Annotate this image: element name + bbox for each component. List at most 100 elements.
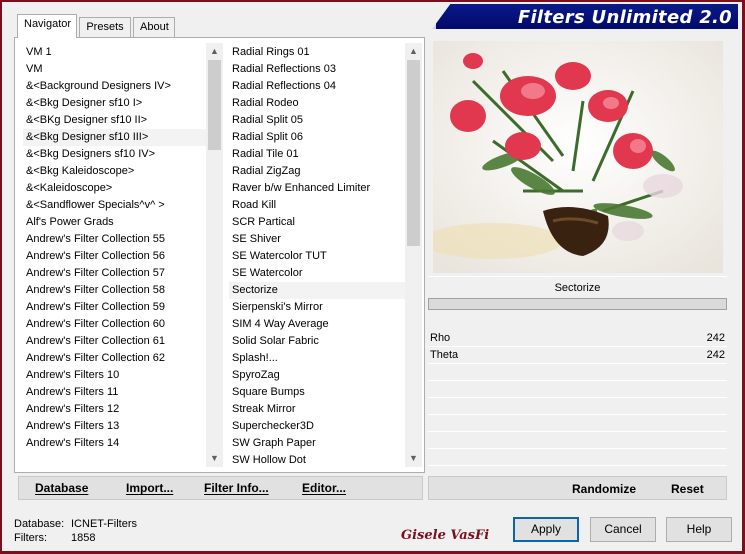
filter-list-item[interactable]: Radial ZigZag xyxy=(229,163,408,180)
scroll-thumb[interactable] xyxy=(208,60,221,150)
category-list-item[interactable]: &<Bkg Designer sf10 III> xyxy=(23,129,209,146)
param-row-empty xyxy=(428,415,727,432)
category-list-item[interactable]: Andrew's Filter Collection 62 xyxy=(23,350,209,367)
category-list-item[interactable]: Andrew's Filters 12 xyxy=(23,401,209,418)
filter-list-item[interactable]: SE Shiver xyxy=(229,231,408,248)
category-list-items: VM 1 VM &<Background Designers IV> &<Bkg D… xyxy=(23,44,209,467)
scroll-up-icon[interactable]: ▲ xyxy=(405,43,422,60)
filter-list-item[interactable]: Streak Mirror xyxy=(229,401,408,418)
filter-list-item[interactable]: SE Watercolor TUT xyxy=(229,248,408,265)
filter-progress-bar xyxy=(428,298,727,310)
filter-list-item[interactable]: Solid Solar Fabric xyxy=(229,333,408,350)
tab-navigator[interactable]: Navigator xyxy=(17,14,77,38)
filter-list-item[interactable]: SCR Partical xyxy=(229,214,408,231)
scroll-down-icon[interactable]: ▼ xyxy=(405,450,422,467)
filter-list-item[interactable]: Superchecker3D xyxy=(229,418,408,435)
category-list-item[interactable]: VM xyxy=(23,61,209,78)
help-button[interactable]: Help xyxy=(666,517,732,542)
filter-info-button[interactable]: Filter Info... xyxy=(204,481,269,495)
preview-filter-name: Sectorize xyxy=(554,282,601,294)
scroll-up-icon[interactable]: ▲ xyxy=(206,43,223,60)
category-list-item[interactable]: Alf's Power Grads xyxy=(23,214,209,231)
database-button[interactable]: Database xyxy=(35,481,88,495)
filter-list-item[interactable]: Radial Reflections 04 xyxy=(229,78,408,95)
category-list-item[interactable]: Andrew's Filter Collection 56 xyxy=(23,248,209,265)
param-row-theta[interactable]: Theta 242 xyxy=(428,347,727,364)
category-list-item[interactable]: Andrew's Filter Collection 58 xyxy=(23,282,209,299)
category-list-item[interactable]: &<Bkg Kaleidoscope> xyxy=(23,163,209,180)
database-value: ICNET-Filters xyxy=(71,518,137,530)
filter-list-item[interactable]: SE Watercolor xyxy=(229,265,408,282)
filters-count: 1858 xyxy=(71,532,96,544)
param-row-empty xyxy=(428,449,727,466)
scroll-down-icon[interactable]: ▼ xyxy=(206,450,223,467)
param-row-empty xyxy=(428,364,727,381)
category-list-item[interactable]: Andrew's Filter Collection 59 xyxy=(23,299,209,316)
param-row-empty xyxy=(428,398,727,415)
tab-about[interactable]: About xyxy=(133,17,175,37)
category-list-item[interactable]: Andrew's Filter Collection 61 xyxy=(23,333,209,350)
category-list-item[interactable]: Andrew's Filters 10 xyxy=(23,367,209,384)
filter-scrollbar[interactable]: ▲ ▼ xyxy=(405,43,422,467)
param-row-rho[interactable]: Rho 242 xyxy=(428,330,727,347)
filter-list-items: Radial Rings 01 Radial Reflections 03 Radi… xyxy=(229,44,408,467)
category-list-item[interactable]: Andrew's Filters 13 xyxy=(23,418,209,435)
category-scrollbar[interactable]: ▲ ▼ xyxy=(206,43,223,467)
filter-list-item[interactable]: Raver b/w Enhanced Limiter xyxy=(229,180,408,197)
category-list-item[interactable]: &<Bkg Designer sf10 I> xyxy=(23,95,209,112)
app-title: Filters Unlimited 2.0 xyxy=(517,7,732,28)
flower-bouquet-preview-icon xyxy=(433,41,723,273)
filter-list-item[interactable]: Sectorize xyxy=(229,282,408,299)
filter-list-item[interactable]: Sierpenski's Mirror xyxy=(229,299,408,316)
filter-list-item[interactable]: Radial Tile 01 xyxy=(229,146,408,163)
category-list-item[interactable]: &<Background Designers IV> xyxy=(23,78,209,95)
title-banner: Filters Unlimited 2.0 xyxy=(432,4,738,29)
filter-list-item[interactable]: SIM 4 Way Average xyxy=(229,316,408,333)
tab-presets[interactable]: Presets xyxy=(79,17,131,37)
filter-list-item[interactable]: SpyroZag xyxy=(229,367,408,384)
filter-list-item[interactable]: Radial Split 05 xyxy=(229,112,408,129)
reset-button[interactable]: Reset xyxy=(671,482,704,496)
cancel-button[interactable]: Cancel xyxy=(590,517,656,542)
preview-image xyxy=(433,41,723,273)
param-name: Rho xyxy=(430,332,451,344)
scroll-thumb[interactable] xyxy=(407,60,420,246)
filters-label: Filters: xyxy=(14,532,47,544)
editor-button[interactable]: Editor... xyxy=(302,481,346,495)
apply-button[interactable]: Apply xyxy=(513,517,579,542)
category-list-item[interactable]: &<BKg Designer sf10 II> xyxy=(23,112,209,129)
navigator-panel: VM 1 VM &<Background Designers IV> &<Bkg D… xyxy=(14,37,425,473)
param-value: 242 xyxy=(706,349,725,361)
category-list-item[interactable]: &<Kaleidoscope> xyxy=(23,180,209,197)
category-list-item[interactable]: Andrew's Filters 14 xyxy=(23,435,209,452)
database-label: Database: xyxy=(14,518,65,530)
param-name: Theta xyxy=(430,349,459,361)
filter-list-item[interactable]: Square Bumps xyxy=(229,384,408,401)
preview-filter-label-box: Sectorize xyxy=(428,276,727,298)
filter-list-item[interactable]: SW Hollow Dot xyxy=(229,452,408,467)
filter-list-item[interactable]: Splash!... xyxy=(229,350,408,367)
filter-list-item[interactable]: Radial Rings 01 xyxy=(229,44,408,61)
filter-list-item[interactable]: Road Kill xyxy=(229,197,408,214)
category-list-item[interactable]: VM 1 xyxy=(23,44,209,61)
category-list-item[interactable]: &<Bkg Designers sf10 IV> xyxy=(23,146,209,163)
filter-list-item[interactable]: SW Graph Paper xyxy=(229,435,408,452)
database-info: Database: ICNET-Filters Filters: 1858 xyxy=(14,517,137,545)
signature-watermark: Gisele VasFi xyxy=(401,528,490,543)
category-list[interactable]: VM 1 VM &<Background Designers IV> &<Bkg D… xyxy=(23,43,223,467)
filter-list-item[interactable]: Radial Reflections 03 xyxy=(229,61,408,78)
filter-list[interactable]: Radial Rings 01 Radial Reflections 03 Radi… xyxy=(229,43,422,467)
category-list-item[interactable]: Andrew's Filter Collection 57 xyxy=(23,265,209,282)
filter-list-item[interactable]: Radial Split 06 xyxy=(229,129,408,146)
param-row-empty xyxy=(428,432,727,449)
filter-list-item[interactable]: Radial Rodeo xyxy=(229,95,408,112)
category-list-item[interactable]: Andrew's Filter Collection 60 xyxy=(23,316,209,333)
param-value: 242 xyxy=(706,332,725,344)
preview-button-bar: Randomize Reset xyxy=(428,476,727,500)
import-button[interactable]: Import... xyxy=(126,481,173,495)
randomize-button[interactable]: Randomize xyxy=(572,482,636,496)
category-list-item[interactable]: Andrew's Filter Collection 55 xyxy=(23,231,209,248)
category-list-item[interactable]: Andrew's Filters 11 xyxy=(23,384,209,401)
category-list-item[interactable]: &<Sandflower Specials^v^ > xyxy=(23,197,209,214)
parameter-list: Rho 242 Theta 242 xyxy=(428,330,727,470)
